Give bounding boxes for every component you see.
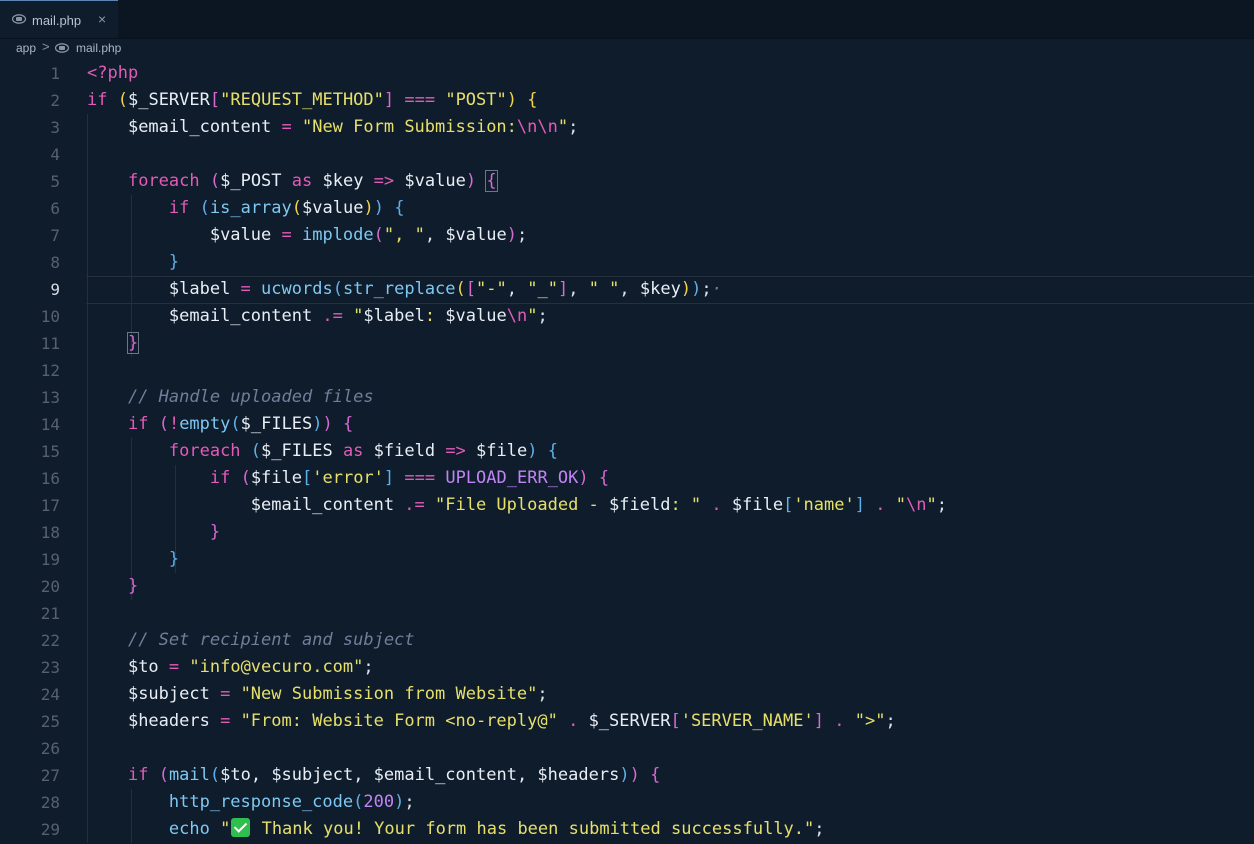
line-number: 19: [40, 550, 60, 569]
line-number: 27: [40, 766, 60, 785]
code-text: $to = "info@vecuro.com";: [127, 657, 374, 677]
code-line[interactable]: 29 echo " Thank you! Your form has been …: [0, 816, 1254, 843]
code-line[interactable]: 5 foreach ($_POST as $key => $value) {: [0, 168, 1254, 195]
code-text: $email_content .= "File Uploaded - $fiel…: [250, 495, 947, 515]
line-number: 5: [50, 172, 60, 191]
line-number: 11: [40, 334, 60, 353]
code-text: $label = ucwords(str_replace(["-", "_"],…: [168, 279, 722, 299]
line-number: 18: [40, 523, 60, 542]
code-line[interactable]: 21: [0, 600, 1254, 627]
line-number: 9: [50, 280, 60, 299]
code-text: if ($file['error'] === UPLOAD_ERR_OK) {: [209, 468, 610, 488]
code-line[interactable]: 11 }: [0, 330, 1254, 357]
line-number: 2: [50, 91, 60, 110]
line-number: 6: [50, 199, 60, 218]
breadcrumb-item-file[interactable]: mail.php: [76, 41, 121, 55]
code-line[interactable]: 3 $email_content = "New Form Submission:…: [0, 114, 1254, 141]
tab-label: mail.php: [32, 13, 82, 28]
line-number: 7: [50, 226, 60, 245]
code-text: }: [168, 549, 180, 569]
code-line[interactable]: 15 foreach ($_FILES as $field => $file) …: [0, 438, 1254, 465]
tab-mail-php[interactable]: mail.php ×: [0, 0, 118, 38]
line-number: 20: [40, 577, 60, 596]
breadcrumb: app > mail.php: [0, 38, 1254, 60]
line-number: 23: [40, 658, 60, 677]
code-line-current[interactable]: 9 $label = ucwords(str_replace(["-", "_"…: [0, 276, 1254, 304]
code-line[interactable]: 1 <?php: [0, 60, 1254, 87]
line-number: 21: [40, 604, 60, 623]
code-line[interactable]: 28 http_response_code(200);: [0, 789, 1254, 816]
code-text: foreach ($_POST as $key => $value) {: [127, 170, 498, 192]
line-number: 16: [40, 469, 60, 488]
line-number: 8: [50, 253, 60, 272]
line-number: 29: [40, 820, 60, 839]
code-line[interactable]: 4: [0, 141, 1254, 168]
line-number: 12: [40, 361, 60, 380]
check-mark-emoji-icon: [231, 818, 251, 837]
code-line[interactable]: 19 }: [0, 546, 1254, 573]
line-number: 10: [40, 307, 60, 326]
code-line[interactable]: 20 }: [0, 573, 1254, 600]
code-text: $value = implode(", ", $value);: [209, 225, 528, 245]
code-text: }: [209, 522, 221, 542]
code-line[interactable]: 6 if (is_array($value)) {: [0, 195, 1254, 222]
line-number: 25: [40, 712, 60, 731]
php-file-icon: [12, 14, 26, 24]
code-text: foreach ($_FILES as $field => $file) {: [168, 441, 558, 461]
code-line[interactable]: 8 }: [0, 249, 1254, 276]
code-line[interactable]: 2 if ($_SERVER["REQUEST_METHOD"] === "PO…: [0, 87, 1254, 114]
close-icon[interactable]: ×: [98, 11, 106, 27]
line-number: 24: [40, 685, 60, 704]
code-line[interactable]: 23 $to = "info@vecuro.com";: [0, 654, 1254, 681]
code-line[interactable]: 14 if (!empty($_FILES)) {: [0, 411, 1254, 438]
code-text: <?php: [87, 63, 139, 83]
code-text: }: [127, 576, 139, 596]
code-line[interactable]: 25 $headers = "From: Website Form <no-re…: [0, 708, 1254, 735]
code-text: echo " Thank you! Your form has been sub…: [168, 818, 825, 839]
code-editor[interactable]: 1 <?php 2 if ($_SERVER["REQUEST_METHOD"]…: [0, 60, 1254, 844]
line-number: 1: [50, 64, 60, 83]
code-line[interactable]: 12: [0, 357, 1254, 384]
line-number: 26: [40, 739, 60, 758]
code-text: $email_content .= "$label: $value\n";: [168, 306, 548, 326]
code-text: // Handle uploaded files: [127, 387, 374, 407]
line-number: 22: [40, 631, 60, 650]
code-line[interactable]: 13 // Handle uploaded files: [0, 384, 1254, 411]
code-line[interactable]: 17 $email_content .= "File Uploaded - $f…: [0, 492, 1254, 519]
code-text: if (mail($to, $subject, $email_content, …: [127, 765, 661, 785]
code-text: $subject = "New Submission from Website"…: [127, 684, 548, 704]
code-text: http_response_code(200);: [168, 792, 415, 812]
code-line[interactable]: 10 $email_content .= "$label: $value\n";: [0, 303, 1254, 330]
line-number: 15: [40, 442, 60, 461]
code-line[interactable]: 7 $value = implode(", ", $value);: [0, 222, 1254, 249]
code-text: if (!empty($_FILES)) {: [127, 414, 354, 434]
code-line[interactable]: 26: [0, 735, 1254, 762]
code-line[interactable]: 22 // Set recipient and subject: [0, 627, 1254, 654]
php-file-icon: [55, 43, 69, 53]
code-line[interactable]: 16 if ($file['error'] === UPLOAD_ERR_OK)…: [0, 465, 1254, 492]
code-line[interactable]: 24 $subject = "New Submission from Websi…: [0, 681, 1254, 708]
line-number: 13: [40, 388, 60, 407]
line-number: 3: [50, 118, 60, 137]
code-text: $headers = "From: Website Form <no-reply…: [127, 711, 896, 731]
code-text: }: [168, 252, 180, 272]
code-text: if ($_SERVER["REQUEST_METHOD"] === "POST…: [87, 90, 538, 110]
line-number: 17: [40, 496, 60, 515]
line-number: 4: [50, 145, 60, 164]
code-line[interactable]: 18 }: [0, 519, 1254, 546]
line-number: 14: [40, 415, 60, 434]
code-text: if (is_array($value)) {: [168, 198, 405, 218]
tab-bar: mail.php ×: [0, 0, 1254, 39]
line-number: 28: [40, 793, 60, 812]
code-line[interactable]: 27 if (mail($to, $subject, $email_conten…: [0, 762, 1254, 789]
code-text: }: [126, 332, 140, 354]
chevron-right-icon: >: [42, 39, 50, 54]
code-text: $email_content = "New Form Submission:\n…: [127, 117, 579, 137]
code-text: // Set recipient and subject: [127, 630, 415, 650]
breadcrumb-item-app[interactable]: app: [16, 41, 36, 55]
